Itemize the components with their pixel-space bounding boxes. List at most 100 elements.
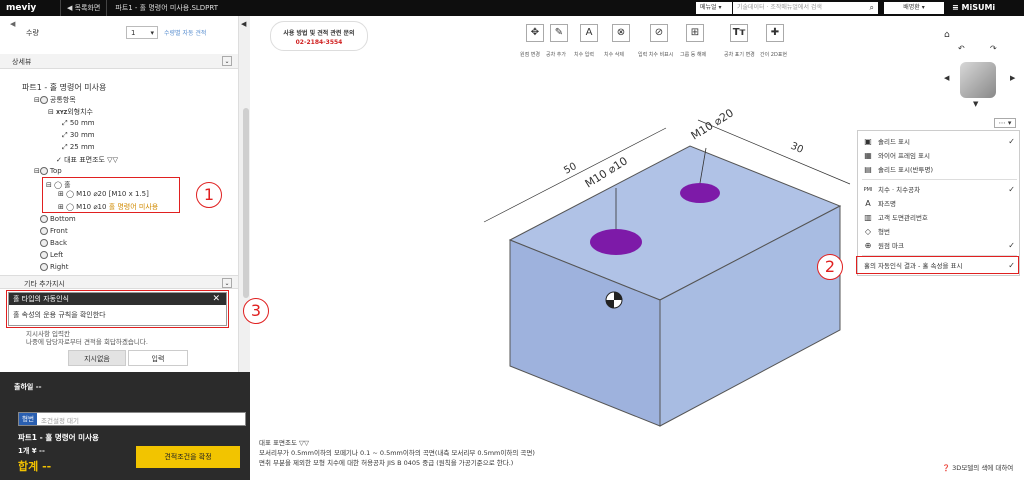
- tree-item-top[interactable]: ⊟ Top: [34, 167, 62, 175]
- total-price: 합계 --: [18, 460, 52, 473]
- tree-item-right[interactable]: Right: [40, 263, 68, 271]
- collapse-panel-icon[interactable]: ◀: [241, 20, 246, 28]
- hole-m10-10[interactable]: [590, 229, 642, 255]
- menu-item-dimensions[interactable]: PMI 치수 · 치수공차 ✓: [858, 183, 1021, 197]
- dimension-input-icon[interactable]: A: [580, 24, 598, 42]
- chevron-down-icon[interactable]: ⌄: [222, 278, 232, 288]
- qty-select[interactable]: 1 ▾: [126, 26, 158, 39]
- annotation-number-3: 3: [243, 298, 269, 324]
- dimension-delete-icon[interactable]: ⊗: [612, 24, 630, 42]
- tree-item-dim-50[interactable]: ⤢ 50 mm: [62, 119, 95, 128]
- view-down-arrow-icon[interactable]: ▼: [973, 100, 978, 108]
- tree-item-surface[interactable]: ✓ 대표 표면조도 ▽▽: [56, 155, 118, 165]
- annotation-box-3: [6, 290, 229, 328]
- other-instructions-header: 기타 추가지시 ⌄: [0, 275, 238, 289]
- node-icon: [39, 167, 48, 175]
- contact-box[interactable]: 사용 방법 및 견적 관련 문의 02-2184-3554: [270, 21, 368, 51]
- menu-item-drawing-number[interactable]: ▥ 고객 도면관리번호: [858, 211, 1021, 225]
- ungroup-icon[interactable]: ⊞: [686, 24, 704, 42]
- qty-label: 수량: [26, 29, 39, 37]
- tree-item-common[interactable]: ⊟ 공통항목: [34, 95, 76, 105]
- drawing-notes: 대표 표면조도 ▽▽ 모서리부가 0.5mm이하의 모떼기나 0.1 ~ 0.5…: [259, 438, 535, 468]
- view-cube[interactable]: [960, 62, 996, 98]
- menu-item-solid[interactable]: ▣ 솔리드 표시 ✓: [858, 135, 1021, 149]
- rotate-left-icon[interactable]: ↶: [958, 44, 965, 53]
- search-input[interactable]: 기술데이터 · 조작매뉴얼에서 검색 ⌕: [733, 2, 878, 14]
- tab-input[interactable]: 입력: [128, 350, 188, 366]
- confirm-quote-button[interactable]: 견적조건을 확정: [136, 446, 240, 468]
- rotate-right-icon[interactable]: ↷: [990, 44, 997, 53]
- ship-date: 출하일 --: [14, 383, 42, 391]
- file-name: 파트1 - 홀 명령어 미사용.SLDPRT: [115, 4, 219, 12]
- menu-divider: [862, 179, 1017, 180]
- scroll-thumb[interactable]: [243, 108, 249, 298]
- hide-dimension-icon[interactable]: ⊘: [650, 24, 668, 42]
- back-to-list-button[interactable]: ◀ 목록화면: [60, 0, 108, 16]
- check-icon: ✓: [1008, 241, 1015, 250]
- hole-label-2-group: M10 ⌀20: [689, 106, 736, 142]
- search-icon[interactable]: ⌕: [870, 2, 874, 14]
- tool-label-dim-input: 치수 입력: [574, 52, 594, 58]
- view-right-arrow-icon[interactable]: ▶: [1010, 74, 1015, 82]
- tag-icon: ◇: [864, 227, 872, 236]
- quote-panel: 출하일 -- 형번 조건설정 대기 파트1 - 홀 명령어 미사용 1개 ¥ -…: [0, 372, 250, 480]
- origin-change-icon[interactable]: ✥: [526, 24, 544, 42]
- annotation-number-1: 1: [196, 182, 222, 208]
- chevron-down-icon[interactable]: ⌄: [222, 56, 232, 66]
- part-number-tag: 형번: [19, 413, 37, 425]
- tree-item-front[interactable]: Front: [40, 227, 68, 235]
- user-menu[interactable]: 배명환 ▾: [884, 2, 944, 14]
- origin-icon: ⊕: [864, 241, 872, 250]
- hole-m10-20[interactable]: [680, 183, 720, 203]
- tree-item-dim-30[interactable]: ⤢ 30 mm: [62, 131, 95, 140]
- details-title: 상세뷰: [12, 58, 32, 66]
- tool-label-2d: 간이 2D표현: [760, 52, 788, 58]
- color-help-link[interactable]: ❓ 3D모델의 색에 대하여: [942, 462, 1013, 472]
- check-icon: ✓: [1008, 137, 1015, 146]
- tree-item-left[interactable]: Left: [40, 251, 63, 259]
- tolerance-add-icon[interactable]: ✎: [550, 24, 568, 42]
- note-line-2: 나중에 담당자로부터 견적을 회답하겠습니다.: [26, 338, 148, 346]
- more-options-button[interactable]: ⋯ ▾: [994, 118, 1016, 128]
- home-view-icon[interactable]: ⌂: [944, 30, 950, 40]
- tree-item-back[interactable]: Back: [40, 239, 67, 247]
- other-title: 기타 추가지시: [24, 280, 65, 288]
- details-header: 상세뷰 ⌄: [0, 54, 238, 69]
- collapse-icon[interactable]: ◀: [10, 20, 15, 28]
- tree-item-outer-dims[interactable]: ⊟ XYZ외형치수: [48, 107, 93, 117]
- 3d-model-view[interactable]: M10 ⌀10 M10 ⌀20 50 30: [470, 88, 870, 428]
- node-icon: [39, 96, 48, 104]
- note-surface: 대표 표면조도 ▽▽: [259, 439, 310, 447]
- translucent-icon: ▤: [864, 165, 872, 174]
- meviy-logo[interactable]: meviy: [0, 3, 60, 13]
- menu-item-wireframe[interactable]: ▦ 와이어 프레임 표시: [858, 149, 1021, 163]
- annotation-number-2: 2: [817, 254, 843, 280]
- tool-label-ungroup: 그룹 등 해제: [680, 52, 707, 58]
- xyz-icon: XYZ: [56, 110, 68, 116]
- check-icon: ✓: [1008, 185, 1015, 194]
- annotation-box-1: [42, 177, 180, 213]
- tree-item-dim-25[interactable]: ⤢ 25 mm: [62, 143, 95, 152]
- part-number-placeholder: 조건설정 대기: [41, 417, 79, 425]
- view-left-arrow-icon[interactable]: ◀: [944, 74, 949, 82]
- menu-item-type-number[interactable]: ◇ 형번: [858, 225, 1021, 239]
- display-options-menu: ▣ 솔리드 표시 ✓ ▦ 와이어 프레임 표시 ▤ 솔리드 표시(반투명) PMI 치수 …: [857, 130, 1020, 276]
- tool-label-notation: 공차 표기 변경: [724, 52, 755, 58]
- tree-item-bottom[interactable]: Bottom: [40, 215, 76, 223]
- qty-auto-quote-link[interactable]: 수량별 자동 견적: [164, 28, 206, 37]
- contact-phone: 02-2184-3554: [295, 39, 343, 46]
- menu-item-part-name[interactable]: A 파즈명: [858, 197, 1021, 211]
- simple-2d-icon[interactable]: ✚: [766, 24, 784, 42]
- menu-item-translucent[interactable]: ▤ 솔리드 표시(반투명): [858, 163, 1021, 177]
- tree-root[interactable]: 파트1 - 홀 명령어 미사용: [22, 82, 106, 93]
- note-edges: 모서리부가 0.5mm이하의 모떼기나 0.1 ~ 0.5mm이하의 곡면(내측…: [259, 449, 535, 457]
- tool-label-origin: 원점 변경: [520, 52, 540, 58]
- misumi-logo: ≡ MiSUMi: [952, 3, 996, 12]
- part-name: 파트1 - 홀 명령어 미사용: [18, 433, 99, 442]
- part-number-field[interactable]: 형번 조건설정 대기: [18, 412, 246, 426]
- tab-no-instruction[interactable]: 지시없음: [68, 350, 126, 366]
- manual-select[interactable]: 메뉴얼 ▾: [696, 2, 732, 14]
- menu-item-origin-mark[interactable]: ⊕ 원점 마크 ✓: [858, 239, 1021, 253]
- node-icon: [40, 263, 48, 271]
- tolerance-notation-icon[interactable]: Tт: [730, 24, 748, 42]
